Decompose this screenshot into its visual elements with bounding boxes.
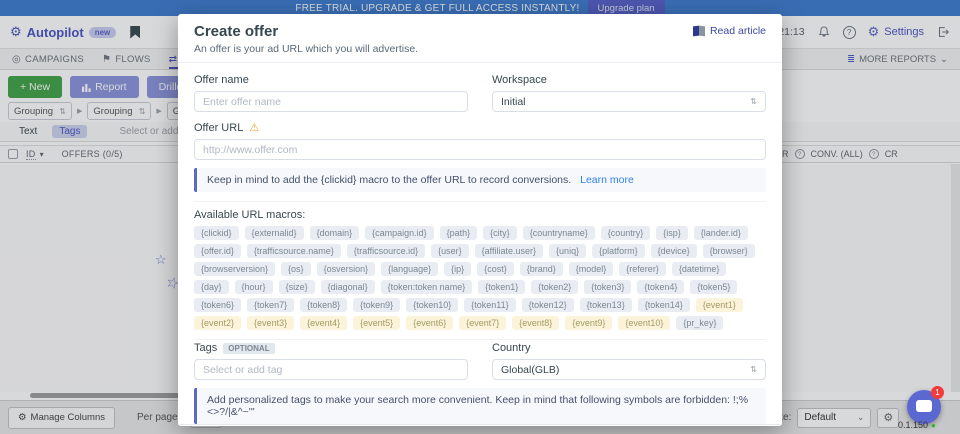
macro-chip[interactable]: {token12} (522, 298, 574, 312)
macro-chip[interactable]: {event5} (353, 316, 400, 330)
macro-chip[interactable]: {offer.id} (194, 244, 241, 258)
macros-label: Available URL macros: (194, 209, 766, 221)
offer-name-input[interactable] (194, 91, 468, 112)
macro-chip[interactable]: {osversion} (317, 262, 376, 276)
macro-chip[interactable]: {token4} (637, 280, 684, 294)
optional-badge: OPTIONAL (223, 343, 274, 354)
macro-chip[interactable]: {path} (440, 226, 478, 240)
macro-chip[interactable]: {token:token name} (381, 280, 473, 294)
macro-chip[interactable]: {event1} (696, 298, 743, 312)
macro-chip[interactable]: {affiliate.user} (475, 244, 543, 258)
macro-chip[interactable]: {domain} (310, 226, 360, 240)
chat-widget-button[interactable]: 1 (907, 390, 941, 424)
macro-chip[interactable]: {countryname} (523, 226, 595, 240)
tags-note: Add personalized tags to make your searc… (194, 388, 766, 424)
macro-chip[interactable]: {externalid} (245, 226, 304, 240)
macro-chip[interactable]: {token10} (406, 298, 458, 312)
macro-chip[interactable]: {campaign.id} (365, 226, 434, 240)
macro-chip[interactable]: {datetime} (672, 262, 727, 276)
macro-chip[interactable]: {token7} (247, 298, 294, 312)
learn-more-link[interactable]: Learn more (580, 174, 634, 186)
updown-icon: ⇅ (750, 365, 757, 374)
modal-subtitle: An offer is your ad URL which you will a… (194, 43, 766, 55)
macro-chip[interactable]: {country} (601, 226, 651, 240)
clickid-note-text: Keep in mind to add the {clickid} macro … (207, 174, 571, 186)
macro-chip[interactable]: {event6} (406, 316, 453, 330)
workspace-select-value: Initial (501, 96, 526, 108)
macro-chip[interactable]: {token1} (478, 280, 525, 294)
country-select-value: Global(GLB) (501, 364, 559, 376)
modal-title: Create offer (194, 23, 766, 40)
macro-chip[interactable]: {token8} (300, 298, 347, 312)
warning-icon: ⚠ (249, 121, 259, 134)
chat-icon (916, 400, 932, 412)
macro-chip[interactable]: {token2} (531, 280, 578, 294)
macro-chip[interactable]: {language} (381, 262, 438, 276)
tags-label: Tags (194, 342, 217, 354)
macro-chip[interactable]: {browser} (703, 244, 755, 258)
macro-chip[interactable]: {city} (483, 226, 517, 240)
macro-chip[interactable]: {diagonal} (321, 280, 375, 294)
macro-chip[interactable]: {trafficsource.id} (347, 244, 425, 258)
clickid-note: Keep in mind to add the {clickid} macro … (194, 168, 766, 192)
country-select[interactable]: Global(GLB) ⇅ (492, 359, 766, 380)
version-label: 0.1.150 ● (898, 420, 936, 430)
macro-chip[interactable]: {trafficsource.name} (247, 244, 341, 258)
macro-chip[interactable]: {lander.id} (694, 226, 748, 240)
book-icon (693, 26, 705, 36)
macro-chip[interactable]: {model} (569, 262, 614, 276)
macro-chip[interactable]: {referer} (619, 262, 666, 276)
macro-chips: {clickid} {externalid} {domain} {campaign.i… (194, 226, 766, 330)
app-root: FREE TRIAL. UPGRADE & GET FULL ACCESS IN… (0, 0, 960, 434)
macro-chip[interactable]: {size} (279, 280, 315, 294)
chat-unread-badge: 1 (931, 386, 944, 399)
macro-chip[interactable]: {uniq} (549, 244, 586, 258)
macros-section: Available URL macros: {clickid} {external… (194, 201, 766, 330)
macro-chip[interactable]: {clickid} (194, 226, 239, 240)
modal-body: Offer name Workspace Initial ⇅ Offer URL… (178, 63, 782, 424)
macro-chip[interactable]: {event4} (300, 316, 347, 330)
macro-chip[interactable]: {cost} (477, 262, 514, 276)
macro-chip[interactable]: {event2} (194, 316, 241, 330)
macro-chip[interactable]: {event8} (512, 316, 559, 330)
macro-chip[interactable]: {token6} (194, 298, 241, 312)
status-dot-icon: ● (931, 421, 936, 430)
macro-chip[interactable]: {isp} (656, 226, 688, 240)
updown-icon: ⇅ (750, 97, 757, 106)
macro-chip[interactable]: {brand} (520, 262, 563, 276)
tags-input[interactable] (194, 359, 468, 380)
macro-chip[interactable]: {token9} (353, 298, 400, 312)
macro-chip[interactable]: {user} (431, 244, 469, 258)
macro-chip[interactable]: {event7} (459, 316, 506, 330)
create-offer-modal: Create offer An offer is your ad URL whi… (178, 14, 782, 426)
offer-name-label: Offer name (194, 74, 468, 86)
macro-chip[interactable]: {browserversion} (194, 262, 275, 276)
macro-chip[interactable]: {ip} (444, 262, 471, 276)
modal-footer: Cancel Create offer (178, 424, 782, 434)
macro-chip[interactable]: {platform} (592, 244, 645, 258)
workspace-label: Workspace (492, 74, 766, 86)
macro-chip[interactable]: {token3} (584, 280, 631, 294)
modal-header: Create offer An offer is your ad URL whi… (178, 14, 782, 63)
macro-chip[interactable]: {event9} (565, 316, 612, 330)
macro-chip[interactable]: {token13} (580, 298, 632, 312)
macro-chip[interactable]: {device} (651, 244, 697, 258)
macro-chip[interactable]: {hour} (235, 280, 273, 294)
macro-chip[interactable]: {token11} (464, 298, 515, 312)
macro-chip[interactable]: {pr_key} (676, 316, 723, 330)
macro-chip[interactable]: {event3} (247, 316, 294, 330)
version-number: 0.1.150 (898, 420, 928, 430)
offer-url-label: Offer URL (194, 122, 243, 134)
read-article-link[interactable]: Read article (693, 25, 766, 37)
workspace-select[interactable]: Initial ⇅ (492, 91, 766, 112)
macro-chip[interactable]: {os} (281, 262, 311, 276)
macro-chip[interactable]: {token5} (690, 280, 737, 294)
macro-chip[interactable]: {event10} (618, 316, 670, 330)
read-article-label: Read article (710, 25, 766, 37)
country-label: Country (492, 342, 766, 354)
macro-chip[interactable]: {token14} (638, 298, 690, 312)
macro-chip[interactable]: {day} (194, 280, 229, 294)
offer-url-input[interactable] (194, 139, 766, 160)
